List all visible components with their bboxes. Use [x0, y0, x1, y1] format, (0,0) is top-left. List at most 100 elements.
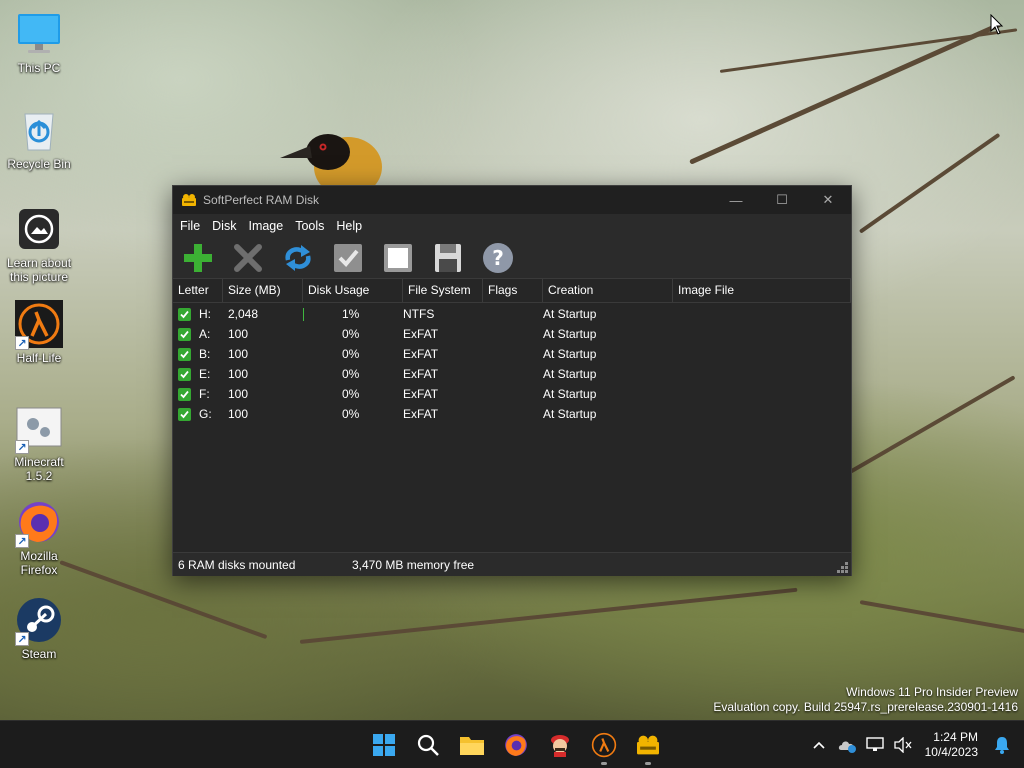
- desktop-icon-half-life[interactable]: ↗ Half-Life: [4, 300, 74, 365]
- show-hidden-icons-button[interactable]: [805, 729, 833, 761]
- start-button[interactable]: [362, 723, 406, 767]
- desktop-icon-label: Learn about this picture: [6, 256, 72, 284]
- status-mounted-count: 6 RAM disks mounted: [178, 557, 296, 572]
- usage-percent: 0%: [342, 407, 360, 421]
- menu-tools[interactable]: Tools: [289, 214, 330, 238]
- shortcut-arrow-icon: ↗: [15, 440, 29, 454]
- disk-row[interactable]: E: 100 0% ExFAT At Startup: [173, 364, 851, 384]
- desktop-icon-this-pc[interactable]: This PC: [4, 10, 74, 75]
- column-image-file[interactable]: Image File: [673, 279, 851, 302]
- checkbox-checked-icon[interactable]: [178, 407, 191, 421]
- help-icon: ?: [483, 243, 513, 273]
- shortcut-arrow-icon: ↗: [15, 632, 29, 646]
- cell-disk-usage: 0%: [303, 367, 403, 381]
- help-button[interactable]: ?: [481, 241, 515, 275]
- mount-button[interactable]: [331, 241, 365, 275]
- start-icon: [373, 734, 395, 756]
- steam-icon: ↗: [15, 596, 63, 646]
- watermark-line-1: Windows 11 Pro Insider Preview: [846, 685, 1018, 699]
- checkbox-checked-icon[interactable]: [178, 387, 191, 401]
- usage-percent: 0%: [342, 347, 360, 361]
- system-tray: 1:24 PM 10/4/2023: [805, 721, 1024, 768]
- cell-file-system: ExFAT: [403, 387, 439, 401]
- cell-letter: F:: [199, 387, 210, 401]
- disk-row[interactable]: B: 100 0% ExFAT At Startup: [173, 344, 851, 364]
- maximize-button[interactable]: ☐: [759, 186, 805, 214]
- desktop-icon-learn-about-picture[interactable]: Learn about this picture: [4, 205, 74, 284]
- file-explorer-icon: [460, 737, 484, 755]
- mouse-cursor-icon: [990, 14, 1004, 35]
- cell-letter: H:: [199, 307, 211, 321]
- minimize-button[interactable]: —: [713, 186, 759, 214]
- network-icon: [865, 737, 884, 751]
- column-creation[interactable]: Creation: [543, 279, 673, 302]
- volume-button[interactable]: [889, 729, 917, 761]
- usage-percent: 0%: [342, 367, 360, 381]
- network-button[interactable]: [861, 729, 889, 761]
- clock-time: 1:24 PM: [933, 730, 978, 744]
- resize-grip-icon[interactable]: [835, 560, 849, 574]
- refresh-button[interactable]: [281, 241, 315, 275]
- check-mark-icon: [180, 390, 189, 398]
- menu-disk[interactable]: Disk: [206, 214, 242, 238]
- check-mark-icon: [180, 410, 189, 418]
- status-bar: 6 RAM disks mounted 3,470 MB memory free: [173, 552, 851, 576]
- search-button[interactable]: [406, 723, 450, 767]
- desktop-icon-steam[interactable]: ↗ Steam: [4, 596, 74, 661]
- checkbox-checked-icon[interactable]: [178, 327, 191, 341]
- taskbar-half-life[interactable]: [582, 723, 626, 767]
- title-bar[interactable]: SoftPerfect RAM Disk — ☐ ✕: [173, 186, 851, 214]
- desktop-icon-label: Recycle Bin: [7, 157, 71, 171]
- desktop-icon-firefox[interactable]: ↗ Mozilla Firefox: [4, 498, 74, 577]
- menu-help[interactable]: Help: [330, 214, 368, 238]
- menu-bar: File Disk Image Tools Help: [173, 214, 851, 238]
- disk-row[interactable]: G: 100 0% ExFAT At Startup: [173, 404, 851, 424]
- desktop-icon-minecraft[interactable]: ↗ Minecraft 1.5.2: [4, 404, 74, 483]
- check-mark-icon: [180, 310, 189, 318]
- column-disk-usage[interactable]: Disk Usage: [303, 279, 403, 302]
- checkbox-checked-icon[interactable]: [178, 307, 191, 321]
- column-letter[interactable]: Letter: [173, 279, 223, 302]
- cell-creation: At Startup: [543, 367, 597, 381]
- disk-row[interactable]: A: 100 0% ExFAT At Startup: [173, 324, 851, 344]
- taskbar-file-explorer[interactable]: [450, 723, 494, 767]
- taskbar-firefox[interactable]: [494, 723, 538, 767]
- onedrive-button[interactable]: [833, 729, 861, 761]
- half-life-icon: ↗: [15, 300, 63, 350]
- app-ramdisk-icon: [182, 194, 196, 206]
- plus-icon: [184, 244, 212, 272]
- add-disk-button[interactable]: [181, 241, 215, 275]
- minecraft-icon: ↗: [15, 404, 63, 454]
- column-file-system[interactable]: File System: [403, 279, 483, 302]
- disk-row[interactable]: H: 2,048 1% NTFS At Startup: [173, 304, 851, 324]
- cell-disk-usage: 0%: [303, 327, 403, 341]
- remove-disk-button[interactable]: [231, 241, 265, 275]
- desktop-icon-recycle-bin[interactable]: Recycle Bin: [4, 106, 74, 171]
- disk-row[interactable]: F: 100 0% ExFAT At Startup: [173, 384, 851, 404]
- shortcut-arrow-icon: ↗: [15, 336, 29, 350]
- windows-watermark: Windows 11 Pro Insider Preview Evaluatio…: [713, 685, 1018, 715]
- taskbar-ramdisk[interactable]: [626, 723, 670, 767]
- column-flags[interactable]: Flags: [483, 279, 543, 302]
- checkbox-checked-icon[interactable]: [178, 347, 191, 361]
- menu-file[interactable]: File: [174, 214, 206, 238]
- disk-list-header: Letter Size (MB) Disk Usage File System …: [173, 278, 851, 303]
- notifications-button[interactable]: [988, 729, 1016, 761]
- cell-file-system: ExFAT: [403, 407, 439, 421]
- clock[interactable]: 1:24 PM 10/4/2023: [917, 730, 988, 760]
- volume-muted-icon: [893, 737, 912, 753]
- save-image-button[interactable]: [431, 241, 465, 275]
- checkbox-checked-icon[interactable]: [178, 367, 191, 381]
- cell-file-system: ExFAT: [403, 367, 439, 381]
- menu-image[interactable]: Image: [242, 214, 289, 238]
- taskbar-mario[interactable]: [538, 723, 582, 767]
- bell-icon: [995, 737, 1009, 754]
- taskbar-apps: [362, 721, 670, 768]
- svg-text:?: ?: [492, 246, 504, 270]
- floppy-icon: [435, 244, 461, 272]
- close-button[interactable]: ✕: [805, 186, 851, 214]
- firefox-icon: [505, 734, 527, 756]
- column-size[interactable]: Size (MB): [223, 279, 303, 302]
- unmount-button[interactable]: [381, 241, 415, 275]
- usage-percent: 0%: [342, 327, 360, 341]
